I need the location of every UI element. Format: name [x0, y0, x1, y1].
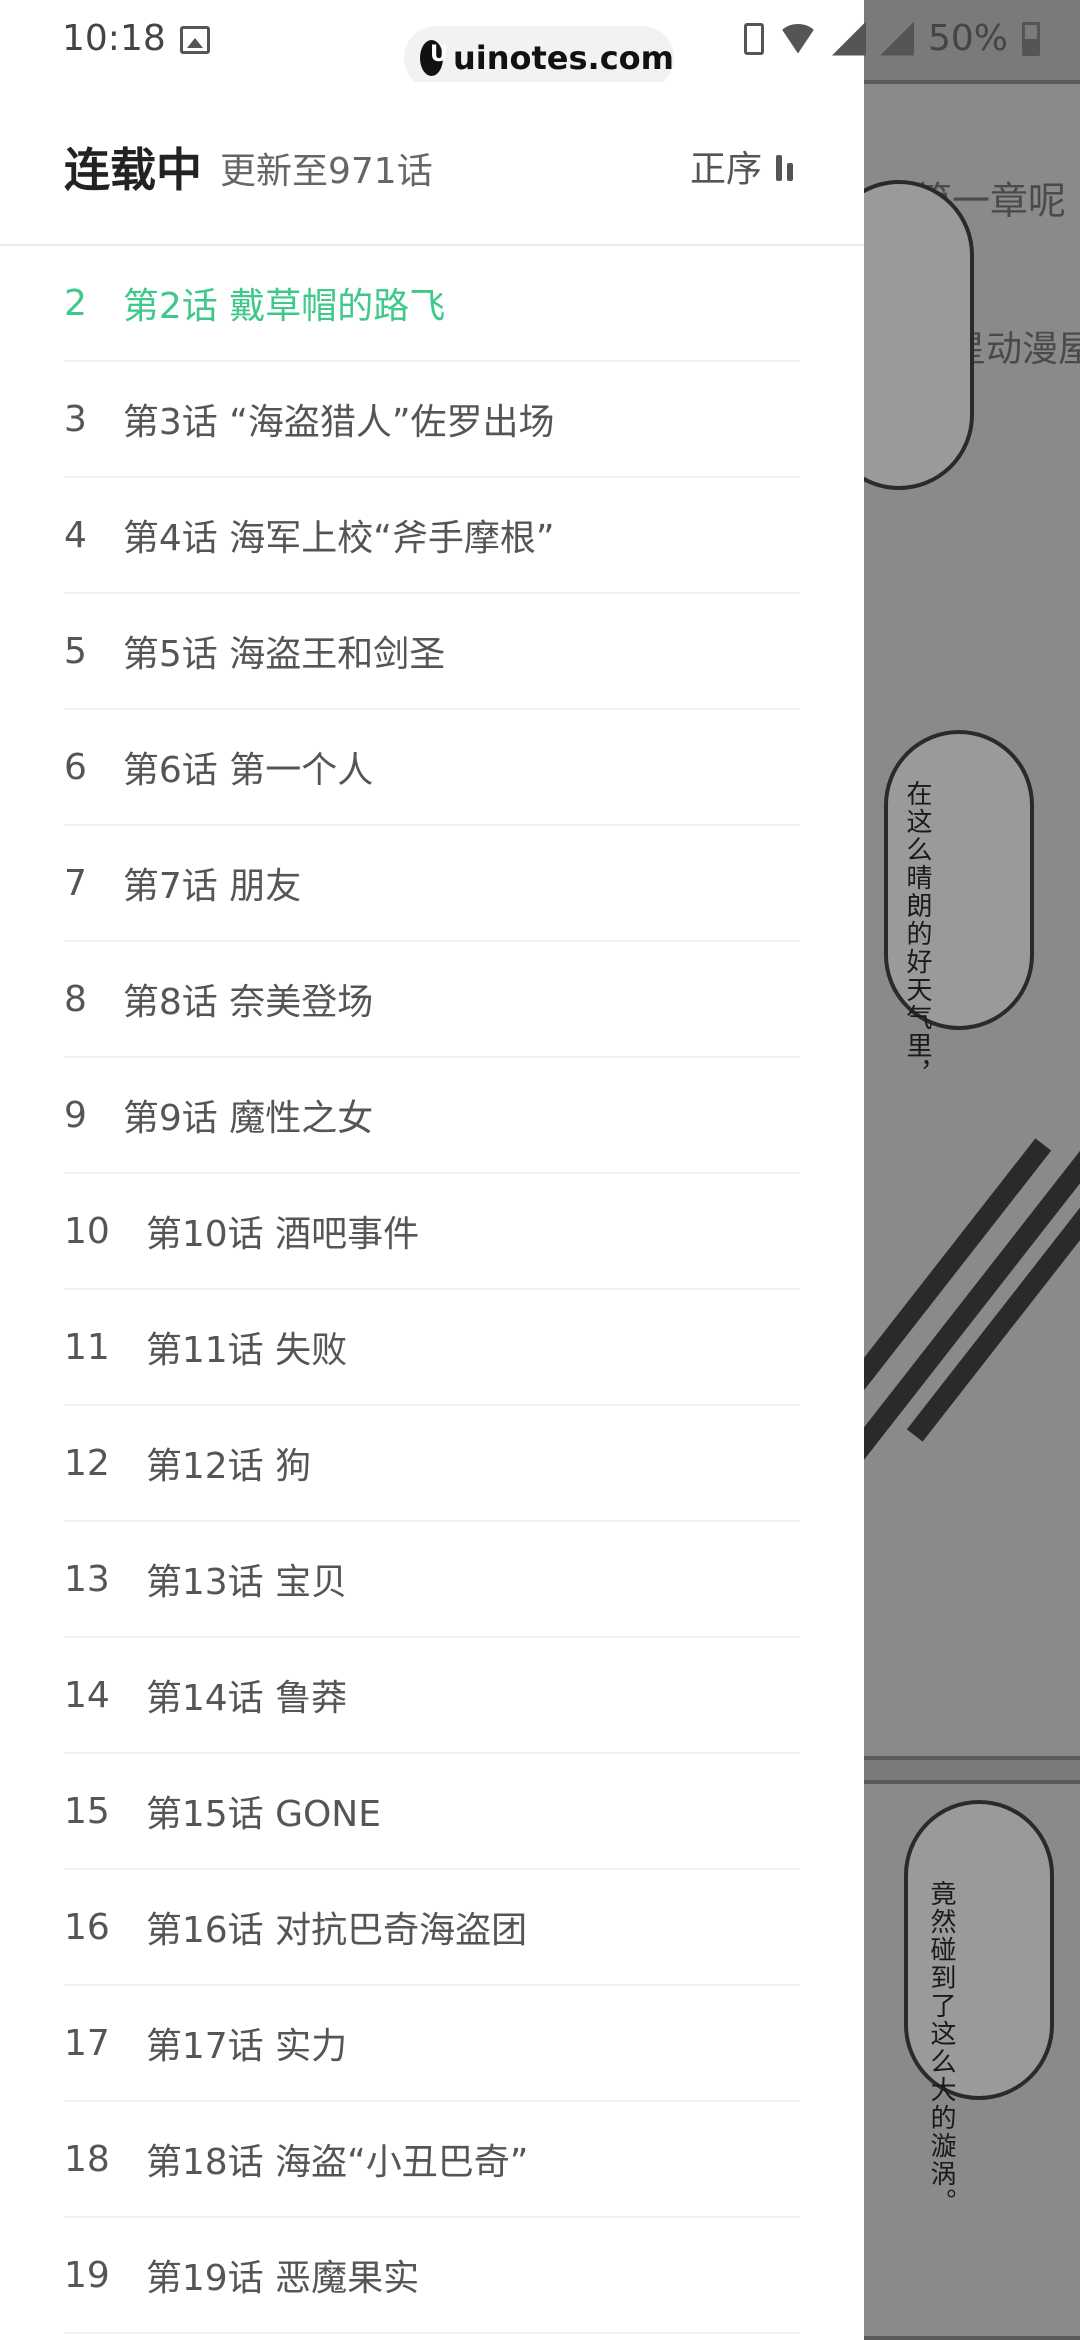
chapter-number: 18: [64, 2138, 110, 2180]
chapter-number: 16: [64, 1906, 110, 1948]
chapter-drawer-header: 连载中 更新至971话 正序: [0, 82, 864, 246]
chapter-item[interactable]: 19 第19话 恶魔果实: [64, 2218, 800, 2334]
status-icons: 50%: [743, 18, 1040, 59]
chapter-item[interactable]: 2 第2话 戴草帽的路飞: [64, 246, 800, 362]
sort-order-button[interactable]: 正序: [690, 140, 794, 192]
status-time: 10:18: [62, 18, 166, 59]
chapter-title: 第18话 海盗“小丑巴奇”: [145, 2142, 529, 2183]
chapter-item[interactable]: 11 第11话 失败: [64, 1290, 800, 1406]
chapter-number: 2: [64, 282, 87, 324]
chapter-item[interactable]: 16 第16话 对抗巴奇海盗团: [64, 1870, 800, 1986]
chapter-item[interactable]: 9 第9话 魔性之女: [64, 1058, 800, 1174]
uinotes-logo-icon: [420, 40, 448, 76]
speech-bubble: [864, 180, 974, 490]
chapter-item[interactable]: 15 第15话 GONE: [64, 1754, 800, 1870]
chapter-title: 第5话 海盗王和剑圣: [122, 634, 446, 675]
chapter-number: 5: [64, 630, 87, 672]
sort-icon: [776, 151, 794, 181]
vibrate-icon: [743, 22, 764, 55]
chapter-title: 第14话 鲁莽: [145, 1678, 348, 1719]
source-url: uinotes.com: [452, 39, 674, 77]
signal-icon-2: [879, 21, 914, 56]
chapter-number: 15: [64, 1790, 110, 1832]
battery-icon: [1022, 21, 1040, 56]
chapter-title: 第10话 酒吧事件: [145, 1214, 420, 1255]
chapter-number: 11: [64, 1326, 110, 1368]
chapter-item[interactable]: 12 第12话 狗: [64, 1406, 800, 1522]
status-bar: 10:18 uinotes.com 50%: [0, 0, 1040, 90]
chapter-item[interactable]: 3 第3话 “海盗猎人”佐罗出场: [64, 362, 800, 478]
chapter-title: 第6话 第一个人: [122, 750, 374, 791]
chapter-number: 13: [64, 1558, 110, 1600]
speech-bubble-text: 竟然碰到了这么大的漩涡。: [926, 1880, 956, 2216]
chapter-title: 第2话 戴草帽的路飞: [122, 286, 446, 327]
update-progress: 更新至971话: [220, 151, 433, 192]
chapter-title: 第17话 实力: [145, 2026, 348, 2067]
chapter-title: 第15话 GONE: [145, 1794, 381, 1835]
chapter-item[interactable]: 6 第6话 第一个人: [64, 710, 800, 826]
chapter-title: 第12话 狗: [145, 1446, 312, 1487]
chapter-number: 8: [64, 978, 87, 1020]
chapter-item[interactable]: 8 第8话 奈美登场: [64, 942, 800, 1058]
source-url-pill: uinotes.com: [404, 26, 674, 90]
comic-reader-background[interactable]: 第一章呢 之星动漫屋 在这么晴朗的好天气里， 竟然碰到了这么大的漩涡。: [864, 0, 1080, 2340]
chapter-number: 3: [64, 398, 87, 440]
chapter-number: 6: [64, 746, 87, 788]
chapter-item[interactable]: 13 第13话 宝贝: [64, 1522, 800, 1638]
chapter-item[interactable]: 14 第14话 鲁莽: [64, 1638, 800, 1754]
chapter-number: 14: [64, 1674, 110, 1716]
chapter-title: 第9话 魔性之女: [122, 1098, 374, 1139]
chapter-number: 17: [64, 2022, 110, 2064]
chapter-item[interactable]: 10 第10话 酒吧事件: [64, 1174, 800, 1290]
chapter-number: 12: [64, 1442, 110, 1484]
chapter-number: 7: [64, 862, 87, 904]
chapter-list: 2 第2话 戴草帽的路飞 3 第3话 “海盗猎人”佐罗出场 4 第4话 海军上校“斧手摩根…: [0, 246, 864, 2334]
wifi-icon: [777, 23, 818, 54]
image-notification-icon: [180, 26, 210, 54]
signal-icon: [831, 21, 866, 56]
chapter-item[interactable]: 4 第4话 海军上校“斧手摩根”: [64, 478, 800, 594]
chapter-item[interactable]: 5 第5话 海盗王和剑圣: [64, 594, 800, 710]
chapter-title: 第7话 朋友: [122, 866, 302, 907]
serial-status-title: 连载中: [64, 143, 202, 197]
chapter-title: 第11话 失败: [145, 1330, 348, 1371]
chapter-item[interactable]: 7 第7话 朋友: [64, 826, 800, 942]
chapter-title: 第13话 宝贝: [145, 1562, 348, 1603]
battery-percent: 50%: [927, 18, 1008, 59]
chapter-title: 第19话 恶魔果实: [145, 2258, 420, 2299]
chapter-title: 第4话 海军上校“斧手摩根”: [122, 518, 555, 559]
speech-bubble-text: 在这么晴朗的好天气里，: [902, 780, 932, 1088]
chapter-item[interactable]: 17 第17话 实力: [64, 1986, 800, 2102]
chapter-number: 9: [64, 1094, 87, 1136]
chapter-item[interactable]: 18 第18话 海盗“小丑巴奇”: [64, 2102, 800, 2218]
chapter-number: 10: [64, 1210, 110, 1252]
chapter-title: 第3话 “海盗猎人”佐罗出场: [122, 402, 555, 443]
chapter-title: 第16话 对抗巴奇海盗团: [145, 1910, 528, 1951]
chapter-title: 第8话 奈美登场: [122, 982, 374, 1023]
sort-order-label: 正序: [690, 149, 763, 190]
chapter-number: 19: [64, 2254, 110, 2296]
chapter-number: 4: [64, 514, 87, 556]
